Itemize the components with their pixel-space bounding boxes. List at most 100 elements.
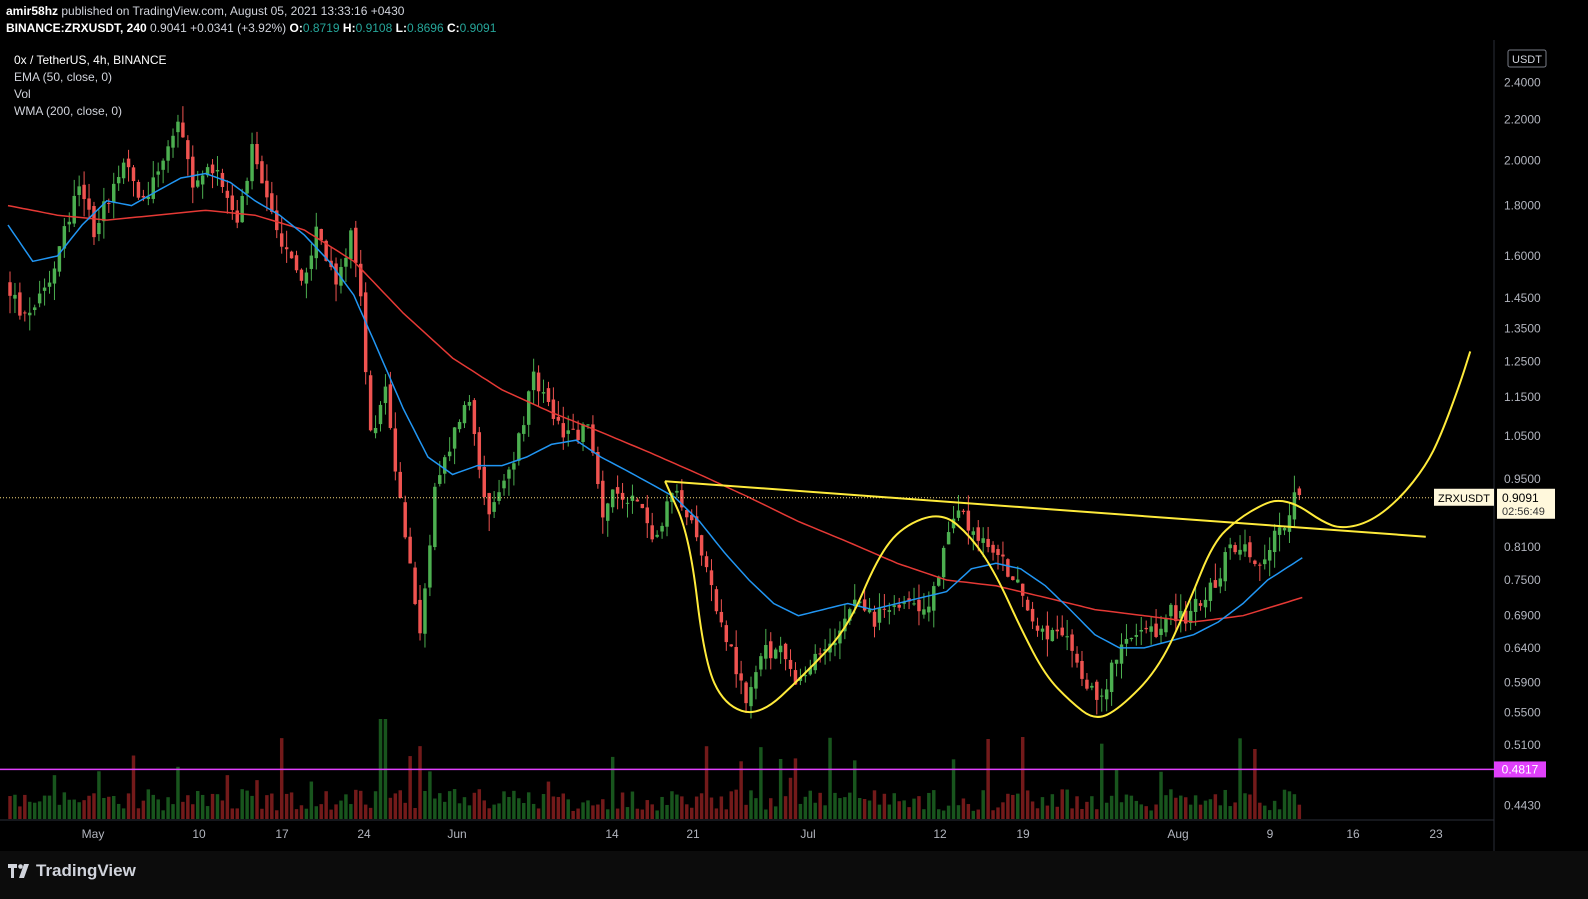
candle-body (230, 195, 235, 210)
time-tick-label: 14 (605, 827, 619, 841)
volume-bar (1011, 794, 1015, 819)
candle-body (536, 372, 541, 392)
volume-bar (467, 805, 472, 819)
volume-bar (773, 806, 778, 819)
volume-bar (502, 791, 506, 819)
volume-bar (615, 808, 620, 819)
author-name[interactable]: amir58hz (6, 4, 58, 18)
candle-body (502, 480, 506, 489)
volume-bar (882, 793, 887, 819)
volume-bar (161, 810, 165, 819)
legend-symbol-title[interactable]: 0x / TetherUS, 4h, BINANCE (14, 52, 167, 69)
candle-body (991, 544, 995, 553)
candle-body (1213, 580, 1218, 588)
volume-bar (255, 780, 259, 819)
legend-ema[interactable]: EMA (50, close, 0) (14, 69, 167, 86)
volume-bar (1055, 806, 1060, 819)
candle-body (675, 490, 679, 493)
candle-body (176, 121, 180, 133)
volume-bar (1104, 802, 1109, 819)
candle-body (1016, 579, 1020, 583)
candle (1011, 575, 1015, 581)
volume-bar (452, 789, 457, 819)
volume-bar (670, 791, 674, 819)
volume-bar (778, 759, 783, 819)
volume-bar (82, 800, 86, 819)
candle-body (186, 140, 190, 160)
candle-body (660, 525, 664, 532)
candle-body (289, 251, 294, 259)
price-tick-label: 2.4000 (1504, 76, 1541, 90)
candle-body (1164, 618, 1168, 633)
price-tick-label: 1.3500 (1504, 322, 1541, 336)
volume-bar (1129, 795, 1134, 819)
volume-bar (1050, 794, 1055, 819)
candle-body (1025, 599, 1030, 611)
volume-bar (734, 789, 738, 819)
volume-bar (571, 810, 575, 819)
volume-bar (704, 746, 709, 819)
candle-body (107, 202, 111, 204)
volume-bar (363, 804, 368, 819)
candle-body (1297, 488, 1302, 496)
candle-body (571, 428, 575, 430)
volume-bar (813, 802, 817, 819)
candle-body (699, 535, 704, 556)
price-tick-label: 0.5100 (1504, 738, 1541, 752)
volume-bar (289, 792, 294, 819)
volume-bar (403, 802, 407, 819)
candle (289, 250, 294, 259)
price-tick-label: 2.2000 (1504, 113, 1541, 127)
time-tick-label: 16 (1346, 827, 1360, 841)
volume-bar (482, 800, 486, 819)
volume-bar (442, 801, 447, 819)
volume-bar (694, 796, 699, 819)
candle-body (354, 227, 358, 263)
high-value: 0.9108 (355, 21, 393, 35)
candle-body (1114, 659, 1119, 664)
volume-bar (428, 771, 432, 819)
price-tick-label: 0.5500 (1504, 706, 1541, 720)
candle-body (442, 457, 447, 474)
volume-bar (823, 805, 827, 819)
candle-body (1267, 550, 1272, 561)
candle-body (1277, 527, 1282, 535)
symbol-ohlc: BINANCE:ZRXUSDT, 240 0.9041 +0.0341 (+3.… (6, 21, 496, 35)
volume-bar (146, 789, 151, 819)
candle-body (240, 195, 244, 223)
volume-bar (235, 808, 239, 819)
candle-body (981, 538, 985, 543)
candle-body (946, 532, 951, 545)
candle-body (601, 480, 605, 518)
volume-bar (18, 806, 22, 819)
candle-body (512, 463, 516, 470)
candle-body (1134, 635, 1139, 637)
candle-body (1070, 634, 1074, 651)
tradingview-logo[interactable]: TradingView (8, 861, 136, 881)
candle-body (759, 656, 763, 670)
volume-bar (709, 797, 714, 819)
volume-bar (1025, 790, 1030, 819)
candle-body (773, 649, 778, 659)
price-tick-label: 0.9500 (1504, 472, 1541, 486)
candle-body (526, 391, 531, 425)
legend-vol[interactable]: Vol (14, 86, 167, 103)
volume-bar (581, 802, 585, 819)
candle-body (215, 169, 220, 172)
candle-body (200, 175, 205, 185)
chart-background (0, 40, 1588, 851)
volume-bar (645, 800, 649, 819)
price-chart[interactable]: 2.4000 2.2000 2.0000 1.8000 1.6000 1.4500 1.35… (0, 40, 1588, 851)
volume-bar (324, 791, 328, 819)
volume-bar (225, 775, 230, 819)
volume-bar (1065, 789, 1069, 819)
candle-body (1203, 599, 1208, 608)
candle-body (630, 495, 635, 501)
candle-body (97, 222, 101, 235)
volume-bar (57, 804, 62, 819)
candle-body (413, 567, 417, 604)
volume-bar (107, 796, 111, 819)
legend-wma[interactable]: WMA (200, close, 0) (14, 103, 167, 120)
volume-bar (601, 799, 605, 819)
volume-bar (759, 747, 763, 819)
